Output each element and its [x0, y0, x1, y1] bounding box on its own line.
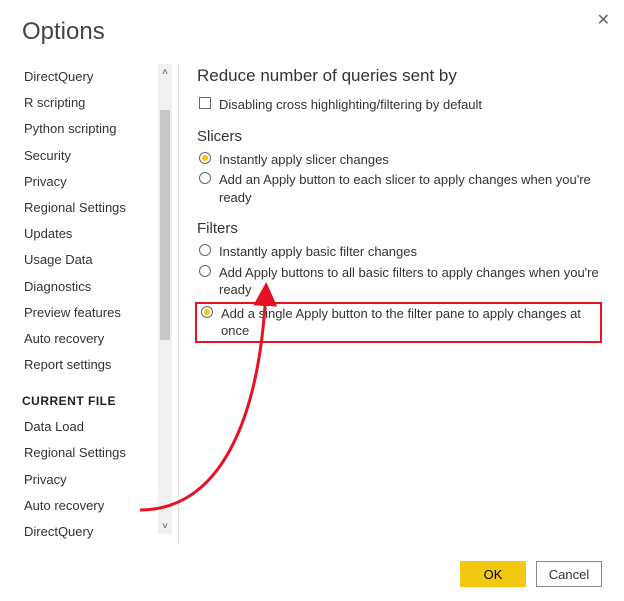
sidebar-item[interactable]: Diagnostics [22, 274, 160, 300]
sidebar-item[interactable]: Usage Data [22, 247, 160, 273]
sidebar-item[interactable]: Privacy [22, 467, 160, 493]
radio-icon [199, 172, 211, 184]
slicers-heading: Slicers [197, 128, 602, 145]
filters-heading: Filters [197, 220, 602, 237]
vertical-divider [178, 64, 179, 544]
radio-option[interactable]: Add Apply buttons to all basic filters t… [197, 264, 602, 299]
scroll-up-icon[interactable]: ˄ [158, 64, 172, 80]
options-dialog: ✕ Options DirectQueryR scriptingPython s… [0, 0, 624, 601]
sidebar-item[interactable]: R scripting [22, 90, 160, 116]
sidebar-item[interactable]: Data Load [22, 414, 160, 440]
sidebar-item[interactable]: Updates [22, 221, 160, 247]
sidebar-item[interactable]: Regional Settings [22, 440, 160, 466]
radio-label: Add an Apply button to each slicer to ap… [219, 171, 602, 206]
checkbox-icon [199, 97, 211, 109]
sidebar-item[interactable]: Privacy [22, 169, 160, 195]
radio-label: Add a single Apply button to the filter … [221, 305, 598, 340]
sidebar-item[interactable]: DirectQuery [22, 64, 160, 90]
radio-icon [199, 244, 211, 256]
sidebar-section-header: CURRENT FILE [22, 394, 160, 408]
close-icon[interactable]: ✕ [597, 10, 610, 30]
radio-icon [199, 152, 211, 164]
radio-option[interactable]: Add a single Apply button to the filter … [195, 302, 602, 343]
sidebar-item[interactable]: Security [22, 143, 160, 169]
ok-button[interactable]: OK [460, 561, 526, 587]
scroll-down-icon[interactable]: ˅ [158, 518, 172, 534]
sidebar-item[interactable]: Regional Settings [22, 195, 160, 221]
dialog-footer: OK Cancel [460, 561, 602, 587]
scroll-thumb[interactable] [160, 110, 170, 340]
cancel-button[interactable]: Cancel [536, 561, 602, 587]
dialog-title: Options [22, 18, 602, 46]
checkbox-label: Disabling cross highlighting/filtering b… [219, 96, 482, 114]
sidebar-item[interactable]: Python scripting [22, 116, 160, 142]
radio-option[interactable]: Add an Apply button to each slicer to ap… [197, 171, 602, 206]
sidebar-item[interactable]: Preview features [22, 300, 160, 326]
radio-icon [201, 306, 213, 318]
section-title: Reduce number of queries sent by [197, 66, 602, 86]
sidebar: DirectQueryR scriptingPython scriptingSe… [22, 64, 160, 544]
checkbox-disable-cross[interactable]: Disabling cross highlighting/filtering b… [197, 96, 602, 114]
radio-option[interactable]: Instantly apply slicer changes [197, 151, 602, 169]
sidebar-scrollbar[interactable]: ˄ ˅ [158, 64, 172, 534]
radio-option[interactable]: Instantly apply basic filter changes [197, 243, 602, 261]
sidebar-item[interactable]: Auto recovery [22, 493, 160, 519]
radio-label: Instantly apply basic filter changes [219, 243, 417, 261]
radio-icon [199, 265, 211, 277]
sidebar-item[interactable]: Report settings [22, 352, 160, 378]
main-panel: Reduce number of queries sent by Disabli… [197, 64, 602, 544]
radio-label: Add Apply buttons to all basic filters t… [219, 264, 602, 299]
radio-label: Instantly apply slicer changes [219, 151, 389, 169]
sidebar-item[interactable]: Auto recovery [22, 326, 160, 352]
sidebar-item[interactable]: DirectQuery [22, 519, 160, 544]
